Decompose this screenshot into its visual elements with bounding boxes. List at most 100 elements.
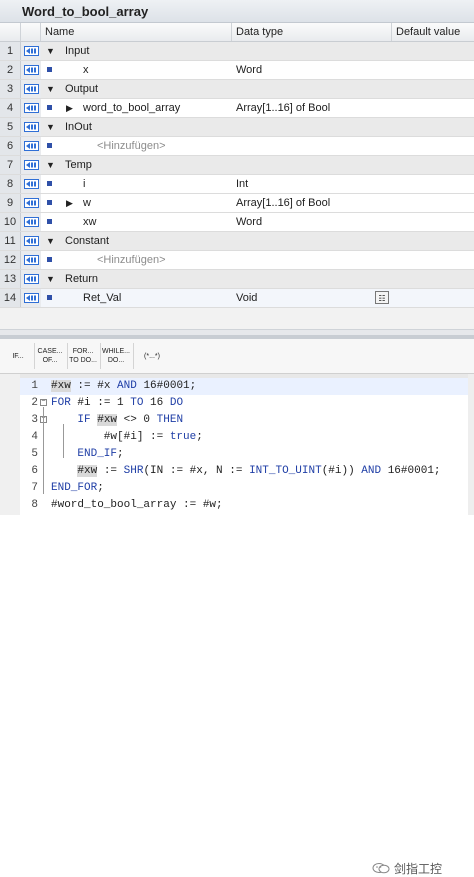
name-cell[interactable]: xw — [41, 213, 233, 231]
data-type-cell[interactable]: Word — [232, 213, 393, 231]
table-row[interactable]: 10 xw Word — [0, 213, 474, 232]
name-cell[interactable]: i — [41, 175, 233, 193]
row-number[interactable]: 7 — [0, 156, 21, 174]
default-value-cell[interactable] — [392, 80, 474, 98]
if-button[interactable]: IF... — [2, 342, 34, 370]
code-line[interactable]: 6 #xw := SHR(IN := #x, N := INT_TO_UINT(… — [20, 463, 468, 480]
data-type-cell[interactable] — [232, 270, 393, 288]
data-type-cell[interactable] — [232, 80, 393, 98]
code-line[interactable]: 2− FOR #i := 1 TO 16 DO — [20, 395, 468, 412]
default-value-cell[interactable] — [392, 175, 474, 193]
row-number[interactable]: 1 — [0, 42, 21, 60]
code-line[interactable]: 1 #xw := #x AND 16#0001; — [20, 378, 468, 395]
add-new-placeholder[interactable]: <Hinzufügen> — [97, 251, 166, 269]
name-cell[interactable]: Ret_Val — [41, 289, 233, 307]
data-type-cell[interactable] — [232, 232, 393, 250]
name-cell[interactable]: ▼ Return — [41, 270, 233, 288]
type-picker-icon[interactable]: ☷ — [375, 291, 389, 304]
name-cell[interactable]: ▶ word_to_bool_array — [41, 99, 233, 117]
collapse-arrow-icon[interactable]: ▼ — [46, 118, 55, 136]
default-value-cell[interactable] — [392, 232, 474, 250]
name-cell[interactable]: ▼ Temp — [41, 156, 233, 174]
add-new-placeholder[interactable]: <Hinzufügen> — [97, 137, 166, 155]
data-type-cell[interactable] — [232, 251, 393, 269]
table-row[interactable]: 5 ▼ InOut — [0, 118, 474, 137]
while-button[interactable]: WHILE... DO... — [100, 342, 132, 370]
row-number[interactable]: 5 — [0, 118, 21, 136]
editor-scrollbar[interactable] — [468, 374, 474, 515]
row-number[interactable]: 10 — [0, 213, 21, 231]
column-header-name[interactable]: Name — [41, 23, 232, 41]
row-number[interactable]: 4 — [0, 99, 21, 117]
table-row[interactable]: 8 i Int — [0, 175, 474, 194]
table-row[interactable]: 7 ▼ Temp — [0, 156, 474, 175]
default-value-cell[interactable] — [392, 251, 474, 269]
data-type-cell[interactable] — [232, 156, 393, 174]
name-cell[interactable]: ▶ w — [41, 194, 233, 212]
row-number[interactable]: 9 — [0, 194, 21, 212]
row-number[interactable]: 14 — [0, 289, 21, 307]
default-value-cell[interactable] — [392, 61, 474, 79]
row-number[interactable]: 3 — [0, 80, 21, 98]
for-button[interactable]: FOR... TO DO... — [67, 342, 99, 370]
code-line[interactable]: 5 END_IF; — [20, 446, 468, 463]
row-number[interactable]: 2 — [0, 61, 21, 79]
default-value-cell[interactable] — [392, 118, 474, 136]
data-type-cell[interactable] — [232, 42, 393, 60]
data-type-cell[interactable] — [232, 137, 393, 155]
comment-button[interactable]: (*...*) — [136, 342, 168, 370]
data-type-cell[interactable]: Word — [232, 61, 393, 79]
data-type-cell[interactable]: Array[1..16] of Bool — [232, 194, 393, 212]
table-row[interactable]: 13 ▼ Return — [0, 270, 474, 289]
table-row[interactable]: 1 ▼ Input — [0, 42, 474, 61]
code-line[interactable]: 8 #word_to_bool_array := #w; — [20, 497, 468, 514]
collapse-arrow-icon[interactable]: ▼ — [46, 270, 55, 288]
name-cell[interactable]: ▼ InOut — [41, 118, 233, 136]
data-type-cell[interactable]: Array[1..16] of Bool — [232, 99, 393, 117]
table-row[interactable]: 2 x Word — [0, 61, 474, 80]
collapse-arrow-icon[interactable]: ▼ — [46, 232, 55, 250]
row-number[interactable]: 8 — [0, 175, 21, 193]
name-cell[interactable]: <Hinzufügen> — [41, 137, 233, 155]
table-row[interactable]: 9 ▶ w Array[1..16] of Bool — [0, 194, 474, 213]
name-cell[interactable]: ▼ Output — [41, 80, 233, 98]
code-line[interactable]: 3− IF #xw <> 0 THEN — [20, 412, 468, 429]
table-row[interactable]: 14 Ret_Val Void ☷ — [0, 289, 474, 308]
default-value-cell[interactable] — [392, 289, 474, 307]
table-row[interactable]: 4 ▶ word_to_bool_array Array[1..16] of Bool — [0, 99, 474, 118]
row-number[interactable]: 12 — [0, 251, 21, 269]
default-value-cell[interactable] — [392, 42, 474, 60]
expand-arrow-icon[interactable]: ▶ — [66, 99, 73, 117]
data-type-cell[interactable]: Void — [232, 289, 393, 307]
name-cell[interactable]: x — [41, 61, 233, 79]
default-value-cell[interactable] — [392, 137, 474, 155]
column-header-data-type[interactable]: Data type — [232, 23, 392, 41]
default-value-cell[interactable] — [392, 270, 474, 288]
name-cell[interactable]: <Hinzufügen> — [41, 251, 233, 269]
data-type-cell[interactable] — [232, 118, 393, 136]
collapse-arrow-icon[interactable]: ▼ — [46, 156, 55, 174]
fold-toggle-icon[interactable]: − — [40, 399, 47, 406]
expand-arrow-icon[interactable]: ▶ — [66, 194, 73, 212]
row-number[interactable]: 6 — [0, 137, 21, 155]
table-row[interactable]: 3 ▼ Output — [0, 80, 474, 99]
code-editor[interactable]: 1 #xw := #x AND 16#0001; 2− FOR #i := 1 TO … — [0, 374, 474, 876]
collapse-arrow-icon[interactable]: ▼ — [46, 42, 55, 60]
table-row[interactable]: 12 <Hinzufügen> — [0, 251, 474, 270]
name-cell[interactable]: ▼ Constant — [41, 232, 233, 250]
table-row[interactable]: 11 ▼ Constant — [0, 232, 474, 251]
row-number[interactable]: 11 — [0, 232, 21, 250]
row-number[interactable]: 13 — [0, 270, 21, 288]
name-cell[interactable]: ▼ Input — [41, 42, 233, 60]
case-button[interactable]: CASE... OF... — [34, 342, 66, 370]
table-row[interactable]: 6 <Hinzufügen> — [0, 137, 474, 156]
data-type-cell[interactable]: Int — [232, 175, 393, 193]
code-line[interactable]: 7 END_FOR; — [20, 480, 468, 497]
default-value-cell[interactable] — [392, 213, 474, 231]
default-value-cell[interactable] — [392, 99, 474, 117]
default-value-cell[interactable] — [392, 194, 474, 212]
default-value-cell[interactable] — [392, 156, 474, 174]
column-header-default-value[interactable]: Default value — [392, 23, 474, 41]
collapse-arrow-icon[interactable]: ▼ — [46, 80, 55, 98]
code-line[interactable]: 4 #w[#i] := true; — [20, 429, 468, 446]
